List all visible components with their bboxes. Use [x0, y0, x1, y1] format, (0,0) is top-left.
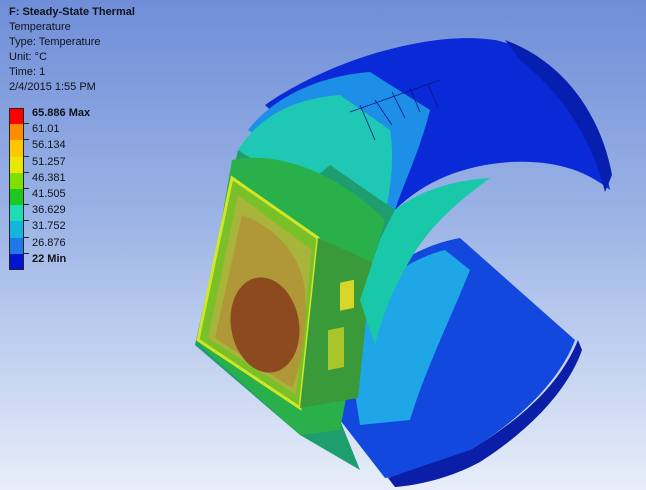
- legend-tick: [24, 236, 29, 238]
- graphics-viewport[interactable]: F: Steady-State Thermal Temperature Type…: [0, 0, 646, 490]
- analysis-title: F: Steady-State Thermal: [9, 6, 135, 18]
- result-type: Type: Temperature: [9, 36, 101, 48]
- legend-tick: [24, 252, 29, 254]
- legend-swatch: [9, 172, 24, 189]
- legend-swatch: [9, 156, 24, 173]
- result-name: Temperature: [9, 21, 71, 33]
- legend-swatch: [9, 205, 24, 222]
- legend-swatch: [9, 237, 24, 254]
- component-1: [340, 279, 354, 311]
- legend-swatch: [9, 124, 24, 141]
- legend-swatch: [9, 140, 24, 157]
- legend-label: 56.134: [32, 139, 66, 152]
- legend-label: 61.01: [32, 123, 60, 136]
- legend-swatch: [9, 108, 24, 125]
- result-info: F: Steady-State Thermal Temperature Type…: [9, 5, 135, 95]
- legend-tick: [24, 204, 29, 206]
- legend-label: 26.876: [32, 236, 66, 249]
- legend-swatch: [9, 253, 24, 270]
- legend-tick: [24, 139, 29, 141]
- component-2: [328, 326, 344, 371]
- legend-swatch: [9, 188, 24, 206]
- result-timestamp: 2/4/2015 1:55 PM: [9, 81, 96, 93]
- legend-label: 65.886 Max: [32, 107, 91, 119]
- legend-swatch: [9, 221, 24, 238]
- legend-tick: [24, 171, 29, 173]
- legend-label: 31.752: [32, 220, 66, 233]
- legend-tick: [24, 123, 29, 125]
- legend-label: 46.381: [32, 171, 66, 184]
- legend-label: 22 Min: [32, 252, 67, 265]
- legend-tick: [24, 187, 29, 189]
- legend-label: 41.505: [32, 187, 66, 200]
- legend-label: 51.257: [32, 155, 66, 168]
- result-unit: Unit: °C: [9, 51, 48, 63]
- legend-tick: [24, 220, 29, 222]
- legend-label: 36.629: [32, 204, 66, 217]
- legend-tick: [24, 155, 29, 157]
- result-time: Time: 1: [9, 66, 46, 78]
